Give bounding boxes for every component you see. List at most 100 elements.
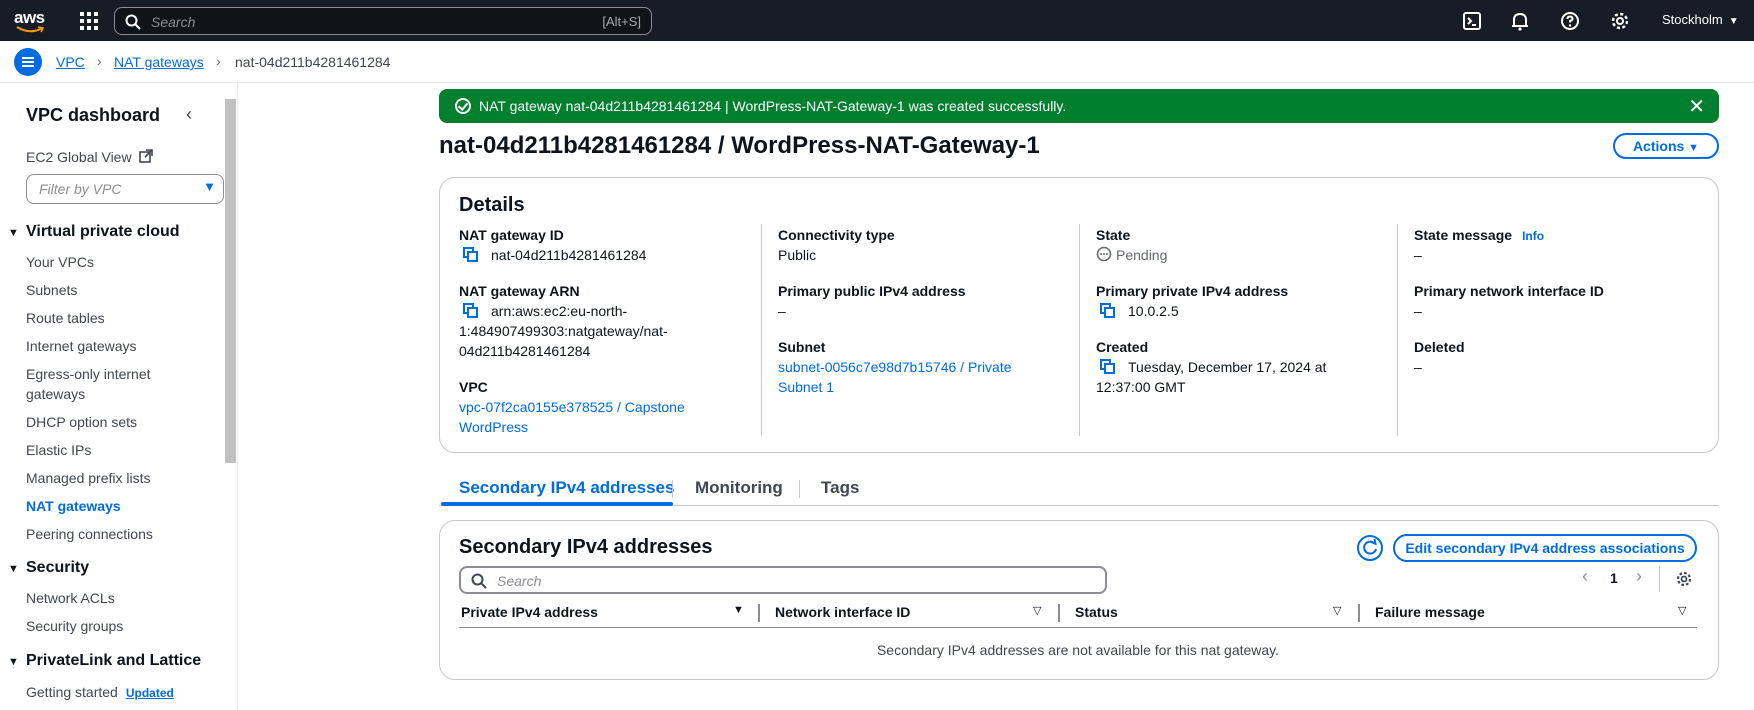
actions-button[interactable]: Actions ▼ — [1613, 133, 1719, 159]
section-title: Virtual private cloud — [26, 223, 180, 240]
sort-caret-icon[interactable]: ▼ — [733, 604, 744, 616]
copy-icon[interactable] — [1100, 359, 1116, 375]
sidebar-item-elastic-ips[interactable]: Elastic IPs — [26, 440, 91, 460]
help-icon[interactable] — [1559, 10, 1581, 32]
vpc-label: VPC — [459, 379, 488, 395]
region-selector[interactable]: Stockholm ▼ — [1662, 12, 1739, 27]
primary-private-ipv4-label: Primary private IPv4 address — [1096, 283, 1289, 299]
edit-secondary-ipv4-button[interactable]: Edit secondary IPv4 address associations — [1393, 534, 1697, 562]
nat-gateway-id-value: nat-04d211b4281461284 — [491, 247, 647, 263]
filter-placeholder: Filter by VPC — [39, 181, 122, 197]
nat-gateway-arn-line: 04d211b4281461284 — [459, 343, 591, 359]
column-header-private-ipv4[interactable]: Private IPv4 address — [461, 604, 598, 620]
external-link-icon — [139, 149, 154, 163]
table-search-placeholder: Search — [497, 573, 542, 589]
sidebar-title[interactable]: VPC dashboard — [26, 105, 160, 126]
sidebar-section-privatelink-and-lattice[interactable]: ▼ PrivateLink and Lattice — [8, 652, 201, 670]
subnet-link-cont[interactable]: Subnet 1 — [778, 377, 834, 397]
caret-down-icon: ▼ — [8, 563, 19, 575]
sidebar-item-getting-started[interactable]: Getting started Updated — [26, 682, 174, 703]
sidebar-scrollbar[interactable] — [225, 99, 236, 463]
sidebar-item-route-tables[interactable]: Route tables — [26, 308, 105, 328]
breadcrumb: VPC › NAT gateways › nat-04d211b42814612… — [0, 41, 1754, 83]
sidebar-item-egress-only-internet-gateways[interactable]: Egress-only internet gateways — [26, 364, 206, 404]
column-header-status[interactable]: Status — [1075, 604, 1118, 620]
region-label: Stockholm — [1662, 12, 1723, 27]
search-shortcut: [Alt+S] — [602, 14, 641, 29]
sidebar-item-managed-prefix-lists[interactable]: Managed prefix lists — [26, 468, 151, 488]
sort-caret-icon[interactable]: ▽ — [1333, 604, 1341, 617]
services-grid-icon[interactable] — [80, 12, 98, 30]
vpc-link-cont[interactable]: WordPress — [459, 417, 528, 437]
sidebar-section-security[interactable]: ▼ Security — [8, 559, 89, 577]
sidebar-item-peering-connections[interactable]: Peering connections — [26, 524, 153, 544]
sort-caret-icon[interactable]: ▽ — [1678, 604, 1686, 617]
tab-secondary-ipv4-addresses[interactable]: Secondary IPv4 addresses — [459, 478, 674, 498]
sidebar-item-label: EC2 Global View — [26, 149, 132, 165]
subnet-link[interactable]: subnet-0056c7e98d7b15746 / Private — [778, 357, 1012, 377]
state-message-label-text: State message — [1414, 227, 1513, 243]
close-icon[interactable]: ✕ — [1688, 94, 1705, 119]
page-number[interactable]: 1 — [1610, 570, 1618, 586]
table-search-input[interactable]: Search — [459, 566, 1107, 594]
sidebar-item-dhcp-option-sets[interactable]: DHCP option sets — [26, 412, 137, 432]
filter-by-vpc-select[interactable]: Filter by VPC ▼ — [26, 174, 224, 204]
sidebar-item-subnets[interactable]: Subnets — [26, 280, 77, 300]
menu-icon[interactable] — [14, 48, 42, 76]
primary-network-interface-id-value: – — [1414, 303, 1422, 319]
nat-gateway-arn-label: NAT gateway ARN — [459, 283, 580, 299]
column-resizer[interactable] — [758, 604, 760, 622]
settings-gear-icon[interactable] — [1675, 570, 1693, 588]
sidebar-item-your-vpcs[interactable]: Your VPCs — [26, 252, 94, 272]
global-search-input[interactable]: Search [Alt+S] — [114, 7, 652, 35]
cloudshell-icon[interactable] — [1461, 10, 1483, 32]
column-resizer[interactable] — [1058, 604, 1060, 622]
search-placeholder: Search — [151, 14, 196, 30]
copy-icon[interactable] — [463, 303, 479, 319]
chevron-left-icon[interactable]: ‹ — [186, 104, 192, 125]
copy-icon[interactable] — [463, 247, 479, 263]
column-divider — [1079, 224, 1080, 436]
sidebar-item-internet-gateways[interactable]: Internet gateways — [26, 336, 137, 356]
sidebar-item-network-acls[interactable]: Network ACLs — [26, 588, 115, 608]
state-label: State — [1096, 227, 1131, 243]
created-value: Tuesday, December 17, 2024 at — [1128, 359, 1327, 375]
state-value: Pending — [1116, 247, 1168, 263]
pending-icon — [1096, 246, 1112, 262]
nat-gateway-arn-line: 1:484907499303:natgateway/nat- — [459, 323, 668, 339]
refresh-icon[interactable] — [1357, 535, 1383, 561]
tab-tags[interactable]: Tags — [821, 478, 859, 498]
sidebar-item-ec2-global-view[interactable]: EC2 Global View — [26, 147, 154, 167]
state-message-value: – — [1414, 247, 1422, 263]
vpc-link[interactable]: vpc-07f2ca0155e378525 / Capstone — [459, 397, 685, 417]
updated-badge[interactable]: Updated — [126, 686, 174, 700]
sidebar-item-security-groups[interactable]: Security groups — [26, 616, 123, 636]
caret-down-icon: ▼ — [8, 656, 19, 668]
breadcrumb-vpc[interactable]: VPC — [56, 54, 85, 70]
breadcrumb-nat-gateways[interactable]: NAT gateways — [114, 54, 204, 70]
actions-label: Actions — [1632, 138, 1685, 154]
tab-monitoring[interactable]: Monitoring — [695, 478, 783, 498]
column-header-failure-message[interactable]: Failure message — [1375, 604, 1485, 620]
success-flashbar: NAT gateway nat-04d211b4281461284 | Word… — [439, 89, 1719, 123]
sidebar-item-nat-gateways[interactable]: NAT gateways — [26, 496, 121, 516]
chevron-left-icon[interactable]: ‹ — [1582, 566, 1588, 587]
copy-icon[interactable] — [1100, 303, 1116, 319]
sidebar-section-virtual-private-cloud[interactable]: ▼ Virtual private cloud — [8, 223, 180, 241]
sidebar-item-label: Getting started — [26, 684, 118, 700]
section-title: Security — [26, 559, 90, 576]
column-header-network-interface-id[interactable]: Network interface ID — [775, 604, 910, 620]
table-header-line — [459, 627, 1697, 628]
bell-icon[interactable] — [1509, 10, 1531, 32]
subnet-label: Subnet — [778, 339, 826, 355]
aws-logo[interactable]: aws — [14, 8, 48, 34]
deleted-value: – — [1414, 359, 1422, 375]
info-link[interactable]: Info — [1522, 229, 1544, 243]
nat-gateway-arn-line: arn:aws:ec2:eu-north- — [491, 303, 628, 319]
page-title: nat-04d211b4281461284 / WordPress-NAT-Ga… — [439, 132, 1040, 159]
chevron-right-icon[interactable]: › — [1636, 566, 1642, 587]
column-resizer[interactable] — [1358, 604, 1360, 622]
sort-caret-icon[interactable]: ▽ — [1033, 604, 1041, 617]
gear-icon[interactable] — [1609, 10, 1631, 32]
breadcrumb-current: nat-04d211b4281461284 — [235, 54, 391, 70]
